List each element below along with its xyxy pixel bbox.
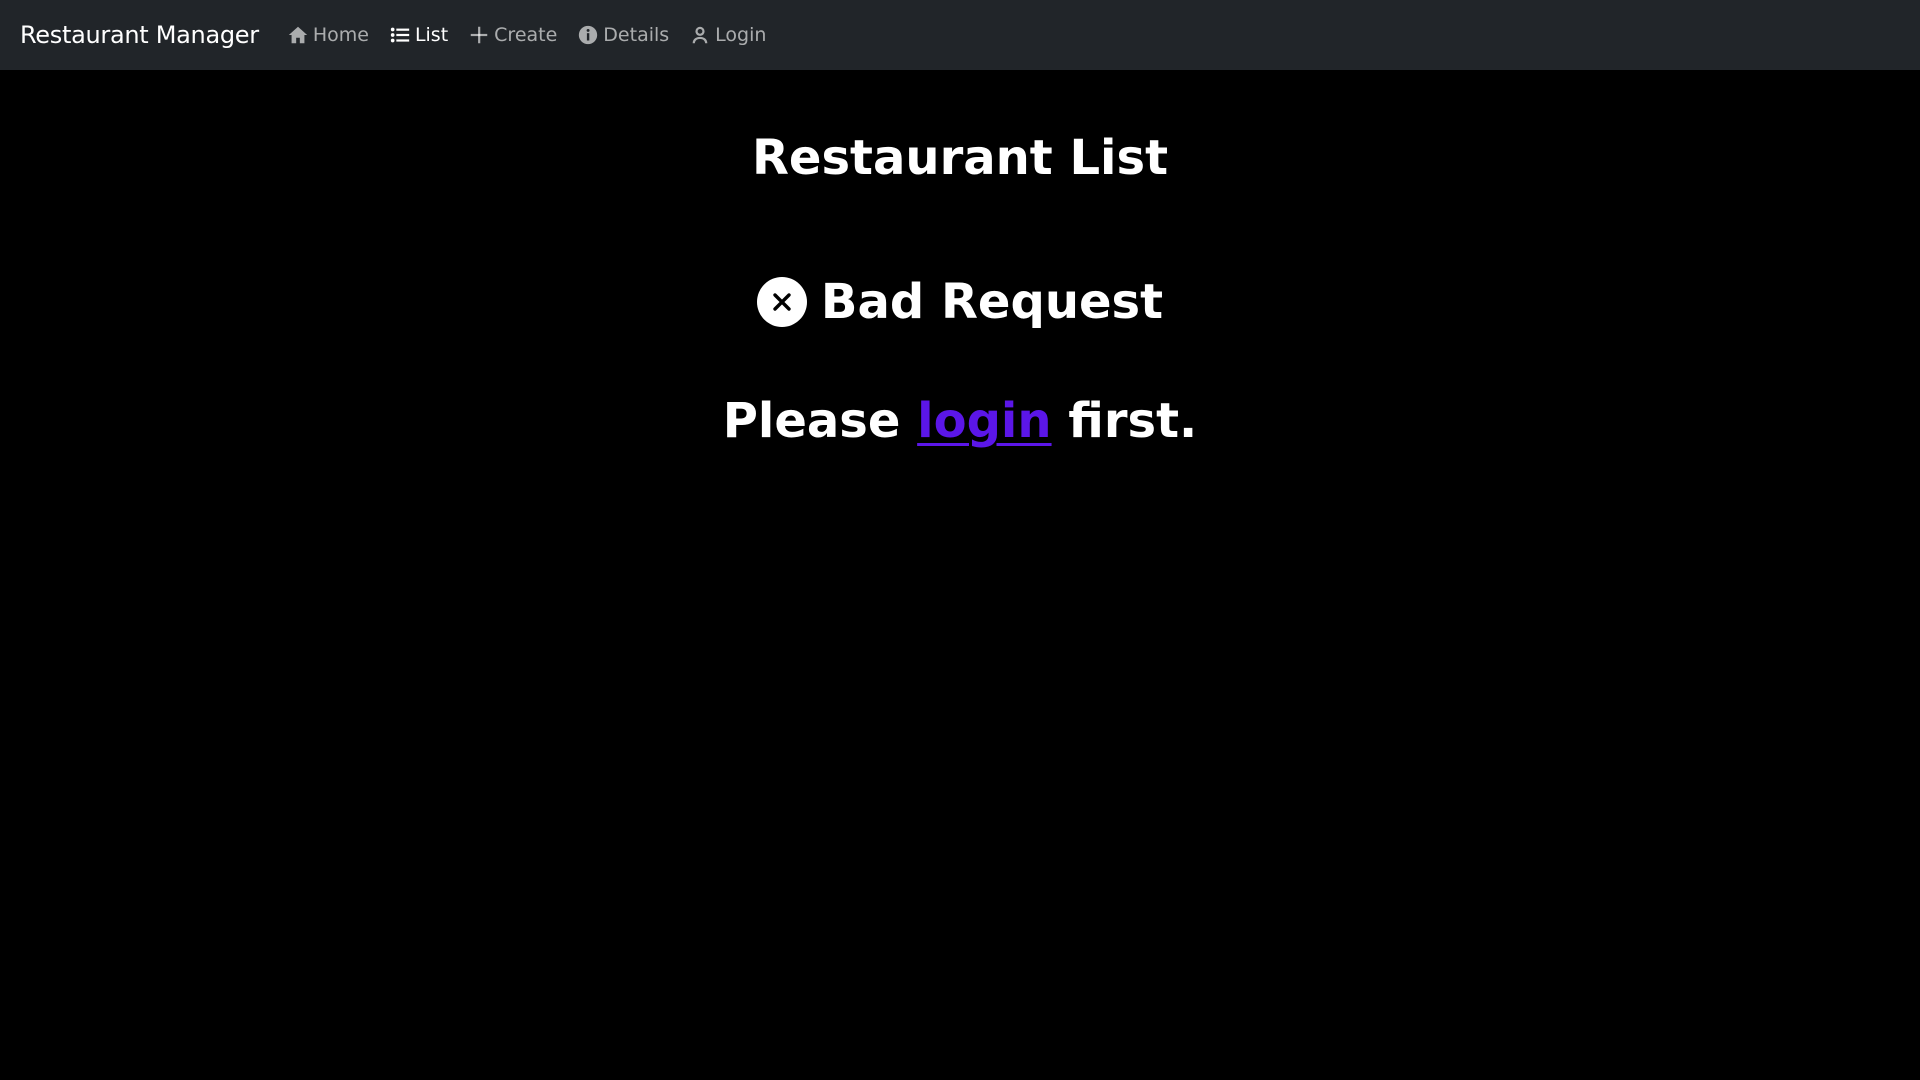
main-content: Restaurant List Bad Request Please login… bbox=[0, 70, 1920, 451]
nav-link-home[interactable]: Home bbox=[287, 24, 369, 46]
nav-link-label: Home bbox=[312, 24, 369, 46]
error-text: Bad Request bbox=[820, 273, 1164, 330]
close-circle-icon bbox=[756, 277, 807, 328]
nav-links: Home List Create Details Login bbox=[287, 24, 787, 46]
home-icon bbox=[288, 26, 307, 44]
nav-link-create[interactable]: Create bbox=[468, 24, 557, 46]
login-link[interactable]: login bbox=[917, 393, 1051, 449]
user-icon bbox=[692, 26, 708, 44]
nav-link-details[interactable]: Details bbox=[577, 24, 669, 46]
nav-link-label: Login bbox=[715, 24, 767, 46]
message-suffix: first. bbox=[1051, 393, 1198, 450]
login-message: Please login first. bbox=[0, 393, 1920, 451]
nav-link-label: List bbox=[414, 24, 449, 46]
list-icon bbox=[390, 27, 410, 43]
nav-link-label: Details bbox=[603, 24, 670, 46]
nav-link-list[interactable]: List bbox=[389, 24, 448, 46]
top-navbar: Restaurant Manager Home List Create Deta… bbox=[0, 0, 1920, 70]
nav-link-login[interactable]: Login bbox=[689, 24, 766, 46]
brand-link[interactable]: Restaurant Manager bbox=[20, 21, 259, 49]
message-prefix: Please bbox=[722, 393, 918, 450]
plus-icon bbox=[470, 26, 488, 44]
error-heading: Bad Request bbox=[0, 274, 1920, 332]
page-title: Restaurant List bbox=[751, 130, 1169, 186]
info-icon bbox=[579, 25, 598, 45]
nav-link-label: Create bbox=[494, 24, 558, 46]
